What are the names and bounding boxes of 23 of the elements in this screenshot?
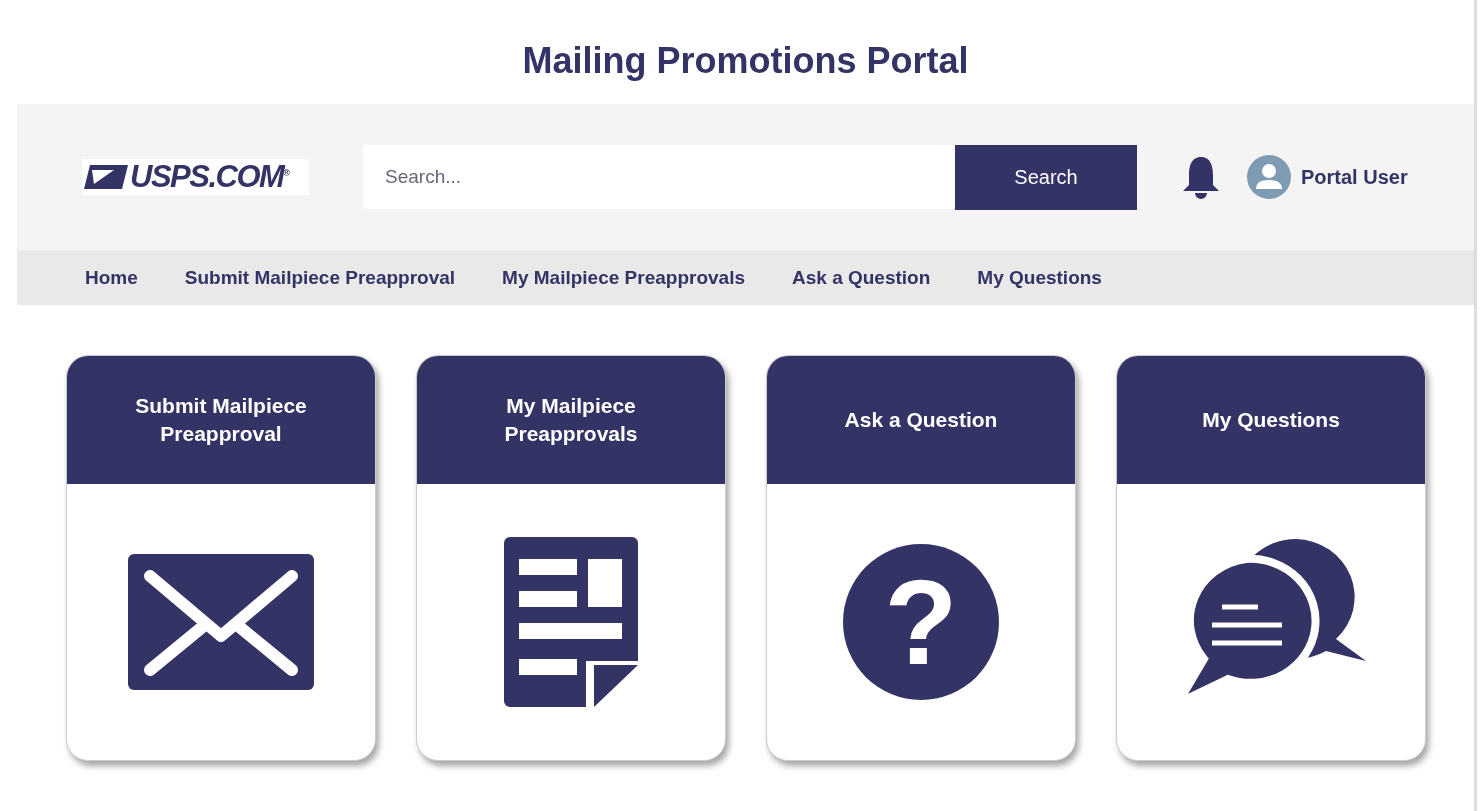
card-title: Submit Mailpiece Preapproval [134,393,308,447]
nav-link[interactable]: Home [85,266,138,289]
card-title: My Mailpiece Preapprovals [503,393,639,447]
search-button[interactable]: Search [955,144,1137,210]
bell-icon[interactable] [1181,155,1221,199]
document-icon [504,537,638,707]
user-name[interactable]: Portal User [1301,165,1408,189]
card[interactable]: My Mailpiece Preapprovals [416,355,726,761]
question-icon: ? [843,544,999,700]
card[interactable]: My Questions [1116,355,1426,761]
card-title: Ask a Question [844,407,998,433]
nav-link[interactable]: My Mailpiece Preapprovals [502,266,745,289]
page-title: Mailing Promotions Portal [521,39,970,83]
card[interactable]: Ask a Question ? [766,355,1076,761]
card-title: My Questions [1202,407,1340,433]
nav-link[interactable]: Ask a Question [792,266,931,289]
avatar-icon[interactable] [1247,155,1291,199]
card[interactable]: Submit Mailpiece Preapproval [66,355,376,761]
nav-link[interactable]: Submit Mailpiece Preapproval [184,266,456,289]
nav-link[interactable]: My Questions [977,266,1102,289]
logo-text: USPS.COM$^{®}$ [130,159,289,195]
envelope-icon [128,554,314,690]
search-field[interactable]: Search... [363,144,955,209]
